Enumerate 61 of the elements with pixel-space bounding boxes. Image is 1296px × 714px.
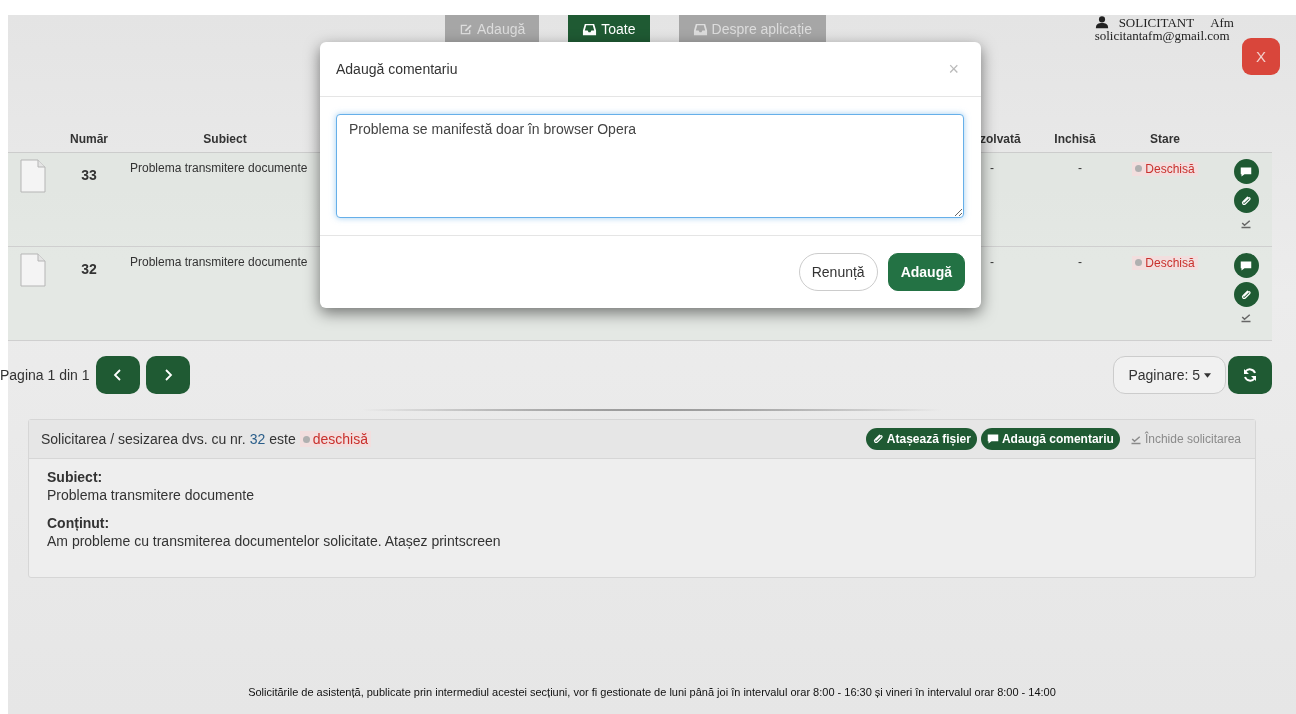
footer-note: Solicitările de asistență, publicate prin intermediul acestei secțiuni, vor fi gestionate de luni până joi în intervalul orar 8:00 - 16:30 și vineri în intervalul orar 8:00 - 14:00 [247,686,1057,698]
comment-field[interactable]: Problema se manifestă doar în browser Opera [336,114,964,218]
paperclip-icon [871,433,884,445]
field-label: Subiect: [47,469,104,485]
paperclip-icon [1240,194,1252,207]
comment-icon [986,433,999,445]
field-value: Problema transmitere documente [47,487,255,503]
request-summary-text: Solicitarea / sesizarea dvs. cu nr. [41,431,246,447]
page-size-dropdown[interactable]: Paginare: 5 [1113,356,1226,394]
document-icon [20,253,46,287]
comment-button[interactable] [1233,159,1259,184]
dialog-title: Adaugă comentariu [336,61,458,77]
status-badge: Deschisă [1132,161,1198,176]
action-button[interactable]: Adaugă comentariu [980,428,1120,450]
cancel-button[interactable]: Renunță [798,253,878,291]
caret-icon [1204,372,1211,378]
request-number: 32 [81,261,97,277]
person-icon [1094,15,1109,29]
user-role: SOLICITANT [1118,15,1195,29]
status-badge: Deschisă [1132,255,1198,270]
field-label: Conținut: [47,515,111,531]
request-summary-text: este [269,431,296,447]
resolved-date: - [990,255,994,269]
chevron-left-icon [111,369,124,381]
comment-icon [1240,165,1252,178]
request-number: 33 [81,167,97,183]
document-icon [20,159,46,193]
check-icon [1129,433,1142,445]
refresh-icon [1242,367,1258,383]
resolved-date: - [990,161,994,175]
add-button[interactable]: Adaugă [887,253,965,291]
column-header: Subiect [203,131,247,146]
next-page-button[interactable] [145,356,190,394]
paperclip-icon [1240,288,1252,301]
attach-button[interactable] [1233,282,1259,307]
field-value: Am probleme cu transmiterea documentelor solicitate. Atașez printscreen [47,533,502,549]
closed-date: - [1078,161,1082,175]
refresh-button[interactable] [1228,356,1272,394]
column-header: Inchisă [1054,131,1096,146]
column-header: Stare [1150,131,1180,146]
attach-button[interactable] [1233,188,1259,213]
action-button[interactable]: Atașează fișier [865,428,977,450]
close-request-icon[interactable] [1240,217,1252,229]
closed-date: - [1078,255,1082,269]
user-name: Afm [1210,15,1234,29]
request-subject: Problema transmitere documente [130,161,308,175]
request-subject: Problema transmitere documente [130,255,308,269]
close-request-icon[interactable] [1240,311,1252,323]
request-number: 32 [249,431,266,447]
comment-icon [1240,259,1252,272]
status-badge: deschisă [299,431,371,447]
edit-icon [459,22,473,36]
inbox-icon [582,21,598,37]
previous-page-button[interactable] [95,356,140,394]
page-indicator: Pagina 1 din 1 [0,367,90,383]
column-header: zolvată [980,131,1021,146]
nav-tab[interactable]: Toate [568,15,650,43]
comment-button[interactable] [1233,253,1259,278]
user-email: solicitantafm@gmail.com [1094,29,1231,42]
column-header: Număr [70,131,108,146]
inbox-icon [692,21,708,37]
